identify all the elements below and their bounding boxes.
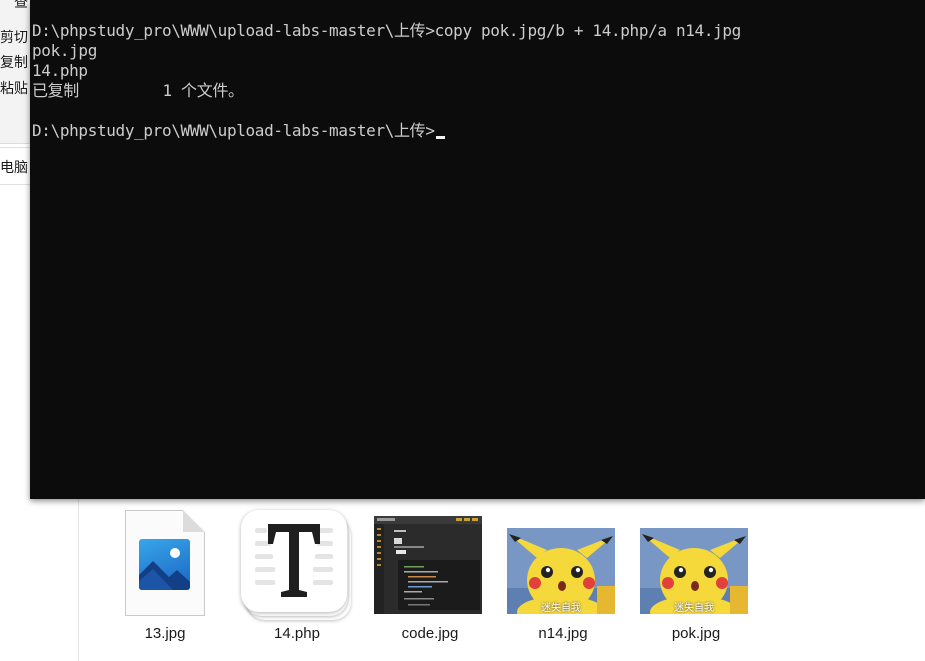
file-name: n14.jpg [538, 625, 588, 642]
console-output-line: 14.php [32, 61, 88, 80]
cut-button[interactable]: 剪切 [0, 27, 28, 47]
file-name: code.jpg [401, 625, 459, 642]
file-tile-code-jpg[interactable]: code.jpg [370, 506, 490, 646]
nav-item-this-pc[interactable]: 电脑 [0, 157, 28, 177]
console-prompt: D:\phpstudy_pro\WWW\upload-labs-master\上… [32, 121, 435, 140]
copy-button[interactable]: 复制 [0, 52, 28, 72]
console-prompt-line[interactable]: D:\phpstudy_pro\WWW\upload-labs-master\上… [32, 121, 445, 141]
file-tile-13-jpg[interactable]: 13.jpg [105, 506, 225, 646]
thumbnail-caption: 迷失自我 [674, 603, 714, 614]
code-screenshot-thumbnail [374, 516, 482, 618]
nav-divider [0, 147, 30, 148]
file-name: 13.jpg [144, 625, 186, 642]
pikachu-thumbnail: 迷失自我 [640, 528, 748, 628]
paste-button[interactable]: 粘贴 [0, 78, 28, 98]
file-tile-pok-jpg[interactable]: 迷失自我 pok.jpg [636, 506, 756, 646]
command-prompt-window[interactable]: D:\phpstudy_pro\WWW\upload-labs-master\上… [30, 0, 925, 499]
ribbon-fragment-label: 查 [14, 0, 28, 11]
thumbnail-caption: 迷失自我 [541, 603, 581, 614]
console-command-line: D:\phpstudy_pro\WWW\upload-labs-master\上… [32, 21, 741, 40]
file-name: 14.php [274, 625, 320, 642]
typora-app-icon [241, 508, 355, 622]
console-output-line: 已复制 1 个文件。 [32, 81, 244, 100]
file-name: pok.jpg [671, 625, 721, 642]
clipboard-ribbon-group: 查 剪切 复制 粘贴 [0, 0, 30, 144]
text-cursor [435, 136, 445, 139]
file-tile-14-php[interactable]: 14.php [237, 506, 357, 646]
console-output-line: pok.jpg [32, 41, 97, 60]
pikachu-thumbnail: 迷失自我 [507, 528, 615, 628]
nav-divider [0, 184, 30, 185]
file-tile-n14-jpg[interactable]: 迷失自我 n14.jpg [503, 506, 623, 646]
